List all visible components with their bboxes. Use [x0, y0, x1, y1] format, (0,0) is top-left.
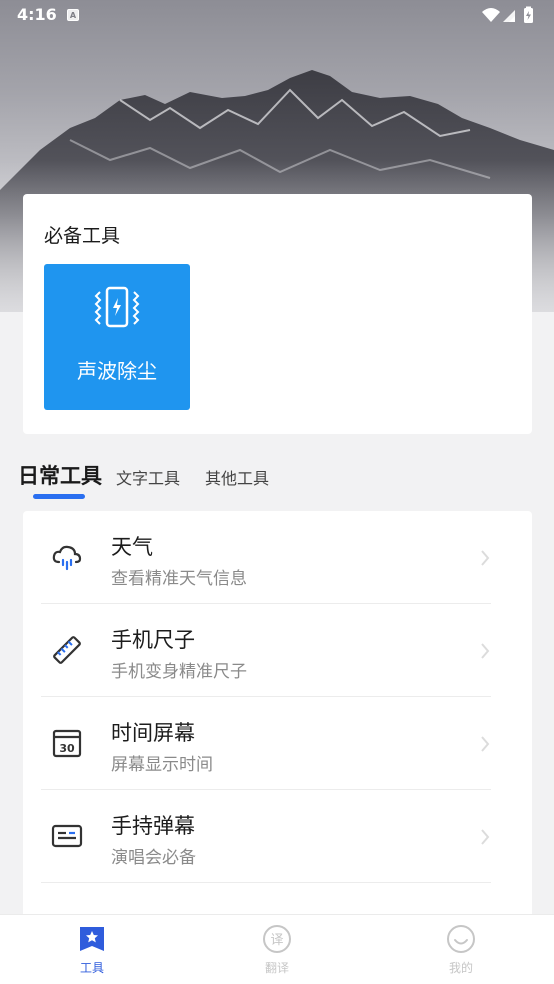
nav-translate[interactable]: 译 翻译 — [222, 915, 332, 984]
chevron-right-icon — [481, 550, 490, 566]
item-title: 天气 — [111, 535, 153, 559]
cloud-rain-icon — [52, 545, 82, 571]
essential-tools-card: 必备工具 声波除尘 — [23, 194, 532, 434]
tile-label: 声波除尘 — [77, 359, 157, 383]
ruler-icon — [53, 636, 81, 664]
tool-list: 天气 查看精准天气信息 手机尺子 手机变身精准尺子 30 时间屏幕 屏幕显示时间 — [23, 511, 532, 931]
smile-circle-icon — [447, 925, 475, 953]
bottom-navigation: 工具 译 翻译 我的 — [0, 914, 554, 984]
nav-label: 工具 — [79, 961, 104, 975]
status-bar: 4:16 A — [0, 0, 554, 30]
item-title: 手机尺子 — [111, 628, 195, 652]
active-tab-indicator — [33, 494, 85, 499]
translate-circle-icon: 译 — [263, 925, 291, 953]
list-item-weather[interactable]: 天气 查看精准天气信息 — [23, 511, 532, 604]
tab-daily-tools[interactable]: 日常工具 — [18, 460, 102, 490]
chevron-right-icon — [481, 736, 490, 752]
item-subtitle: 查看精准天气信息 — [111, 569, 247, 589]
item-subtitle: 演唱会必备 — [111, 848, 196, 868]
nav-label: 翻译 — [264, 961, 289, 975]
list-item-handheld-marquee[interactable]: 手持弹幕 演唱会必备 — [23, 790, 532, 883]
item-title: 时间屏幕 — [111, 721, 195, 745]
notification-a-icon: A — [67, 9, 79, 21]
svg-text:30: 30 — [59, 742, 75, 755]
nav-label: 我的 — [448, 961, 473, 975]
chevron-right-icon — [481, 643, 490, 659]
wifi-icon — [482, 8, 500, 22]
tool-category-tabs: 日常工具 文字工具 其他工具 — [0, 455, 554, 501]
item-title: 手持弹幕 — [111, 814, 195, 838]
divider — [41, 882, 491, 883]
chevron-right-icon — [481, 829, 490, 845]
essential-tools-title: 必备工具 — [44, 225, 121, 247]
vibrating-phone-icon — [94, 286, 140, 328]
list-item-ruler[interactable]: 手机尺子 手机变身精准尺子 — [23, 604, 532, 697]
item-subtitle: 屏幕显示时间 — [111, 755, 213, 775]
item-subtitle: 手机变身精准尺子 — [111, 662, 247, 682]
tab-other-tools[interactable]: 其他工具 — [205, 465, 269, 489]
list-item-time-screen[interactable]: 30 时间屏幕 屏幕显示时间 — [23, 697, 532, 790]
svg-text:译: 译 — [270, 933, 283, 948]
sonic-dust-removal-tile[interactable]: 声波除尘 — [44, 264, 190, 410]
status-time: 4:16 — [17, 5, 57, 24]
tab-text-tools[interactable]: 文字工具 — [116, 465, 180, 489]
status-icons — [482, 6, 533, 23]
nav-mine[interactable]: 我的 — [406, 915, 516, 984]
bookmark-star-icon — [80, 927, 104, 951]
marquee-card-icon — [51, 824, 83, 848]
calendar-30-icon: 30 — [52, 729, 82, 758]
nav-tools[interactable]: 工具 — [37, 915, 147, 984]
